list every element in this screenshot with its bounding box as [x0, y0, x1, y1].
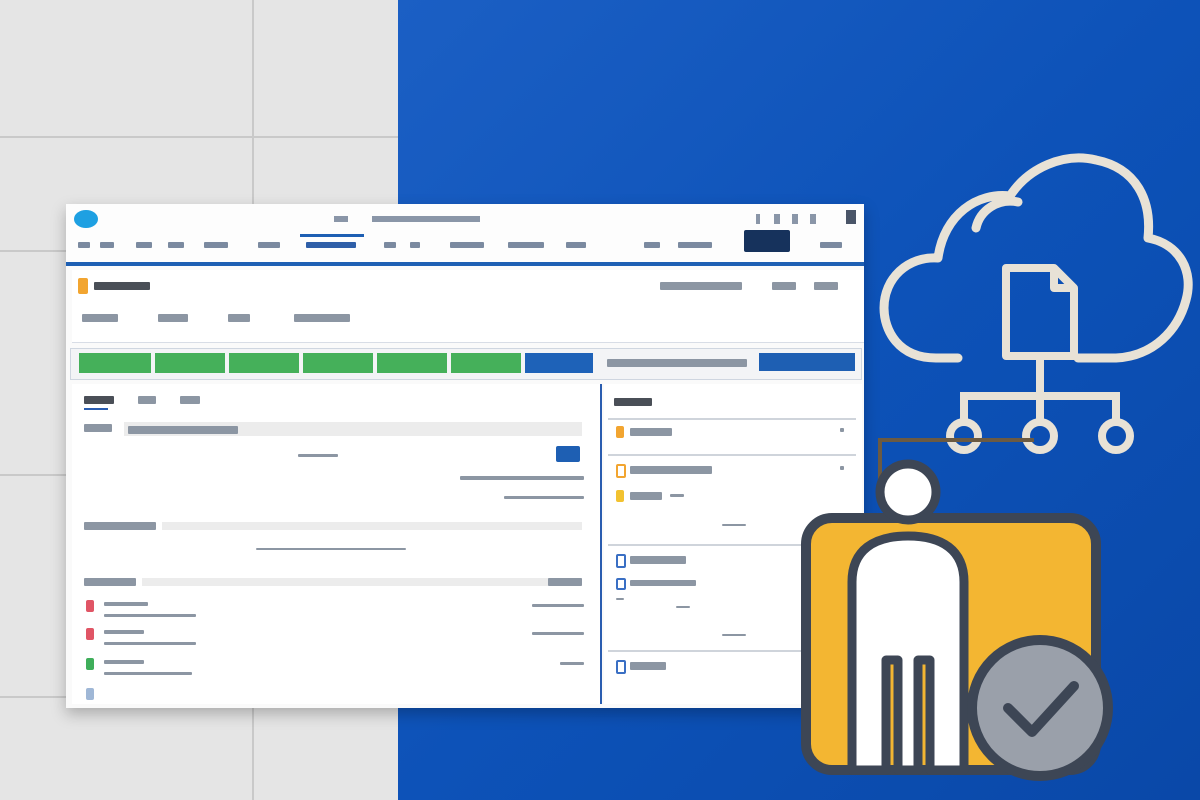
path-step-complete[interactable]	[79, 353, 151, 373]
section-upcoming	[84, 522, 156, 530]
record-header	[72, 270, 864, 343]
sales-path	[70, 348, 862, 380]
tab-details[interactable]	[180, 396, 200, 404]
tab-item[interactable]	[168, 242, 184, 248]
document-icon	[1002, 264, 1078, 360]
activity-subtitle	[104, 672, 192, 675]
task-icon	[86, 658, 94, 670]
event-icon	[86, 600, 94, 612]
related-list-title[interactable]	[630, 428, 672, 436]
cases-icon	[616, 554, 626, 568]
opportunities-icon	[616, 464, 626, 478]
tab-chatter[interactable]	[138, 396, 156, 404]
tab-item[interactable]	[78, 242, 90, 248]
tab-item[interactable]	[136, 242, 152, 248]
related-record-meta	[616, 598, 624, 600]
tab-item[interactable]	[100, 242, 114, 248]
no-activities-text	[256, 548, 406, 550]
cloud-icon	[879, 153, 1193, 363]
path-step-current[interactable]	[525, 353, 593, 373]
header-actions[interactable]	[660, 282, 742, 290]
highlight-field	[228, 314, 250, 322]
network-connector-icon	[946, 356, 1134, 454]
path-step-complete[interactable]	[451, 353, 521, 373]
related-record-meta	[670, 494, 684, 497]
tab-item[interactable]	[508, 242, 544, 248]
related-record[interactable]	[630, 580, 696, 586]
section-date	[548, 578, 582, 586]
activity-subtitle	[104, 614, 196, 617]
check-circle-icon	[967, 635, 1113, 781]
path-step-complete[interactable]	[377, 353, 447, 373]
global-search-bar[interactable]	[372, 216, 480, 222]
composer-placeholder	[128, 426, 238, 434]
tab-item[interactable]	[204, 242, 228, 248]
composer-label	[84, 424, 112, 432]
active-tab-underline	[84, 408, 108, 410]
tab-item[interactable]	[566, 242, 586, 248]
activity-title[interactable]	[104, 602, 148, 606]
tab-item[interactable]	[410, 242, 420, 248]
activity-date	[532, 632, 584, 635]
details-panel	[72, 384, 602, 704]
filter-text	[298, 454, 338, 457]
section-divider	[162, 522, 582, 530]
related-tab[interactable]	[614, 398, 652, 406]
activity-subtitle	[104, 642, 196, 645]
highlight-field	[158, 314, 188, 322]
related-list-title[interactable]	[630, 466, 712, 474]
tab-item[interactable]	[678, 242, 712, 248]
tab-item-active[interactable]	[306, 242, 356, 248]
related-list-title[interactable]	[630, 556, 686, 564]
filter-summary	[460, 476, 584, 480]
activity-date	[560, 662, 584, 665]
crm-screenshot-window	[66, 204, 864, 708]
files-icon	[616, 660, 626, 674]
related-record[interactable]	[630, 492, 662, 500]
section-past	[84, 578, 136, 586]
section-divider	[142, 578, 582, 586]
record-title	[94, 282, 150, 290]
event-icon	[86, 628, 94, 640]
highlight-field	[82, 314, 118, 322]
search-hint	[334, 216, 348, 222]
record-icon	[616, 578, 626, 590]
cloud-logo-icon[interactable]	[74, 210, 98, 228]
nav-tabs	[66, 238, 864, 258]
setup-icon[interactable]	[774, 214, 780, 224]
top-navigation-bar	[66, 204, 864, 266]
active-tab-underline	[300, 234, 364, 237]
path-status-text	[607, 359, 747, 367]
related-list-title[interactable]	[630, 662, 666, 670]
activity-title[interactable]	[104, 660, 144, 664]
record-icon	[616, 490, 624, 502]
header-action[interactable]	[772, 282, 796, 290]
tab-item[interactable]	[384, 242, 396, 248]
help-icon[interactable]	[756, 214, 760, 224]
related-record-meta	[676, 606, 690, 608]
tab-item[interactable]	[644, 242, 660, 248]
path-step-complete[interactable]	[303, 353, 373, 373]
cloud-user-approval-illustration	[801, 153, 1193, 781]
expand-all-link[interactable]	[504, 496, 584, 499]
tab-activity[interactable]	[84, 396, 114, 404]
activity-date	[532, 604, 584, 607]
email-icon	[86, 688, 94, 700]
tab-item[interactable]	[258, 242, 280, 248]
tab-item[interactable]	[450, 242, 484, 248]
view-all-link[interactable]	[722, 634, 746, 636]
path-step-complete[interactable]	[229, 353, 299, 373]
path-step-complete[interactable]	[155, 353, 225, 373]
person-icon	[847, 459, 969, 775]
tile-grout	[0, 136, 398, 138]
contacts-icon	[616, 426, 624, 438]
view-all-link[interactable]	[722, 524, 746, 526]
record-type-icon	[78, 278, 88, 294]
activity-title[interactable]	[104, 630, 144, 634]
highlight-field	[294, 314, 350, 322]
share-button[interactable]	[556, 446, 580, 462]
